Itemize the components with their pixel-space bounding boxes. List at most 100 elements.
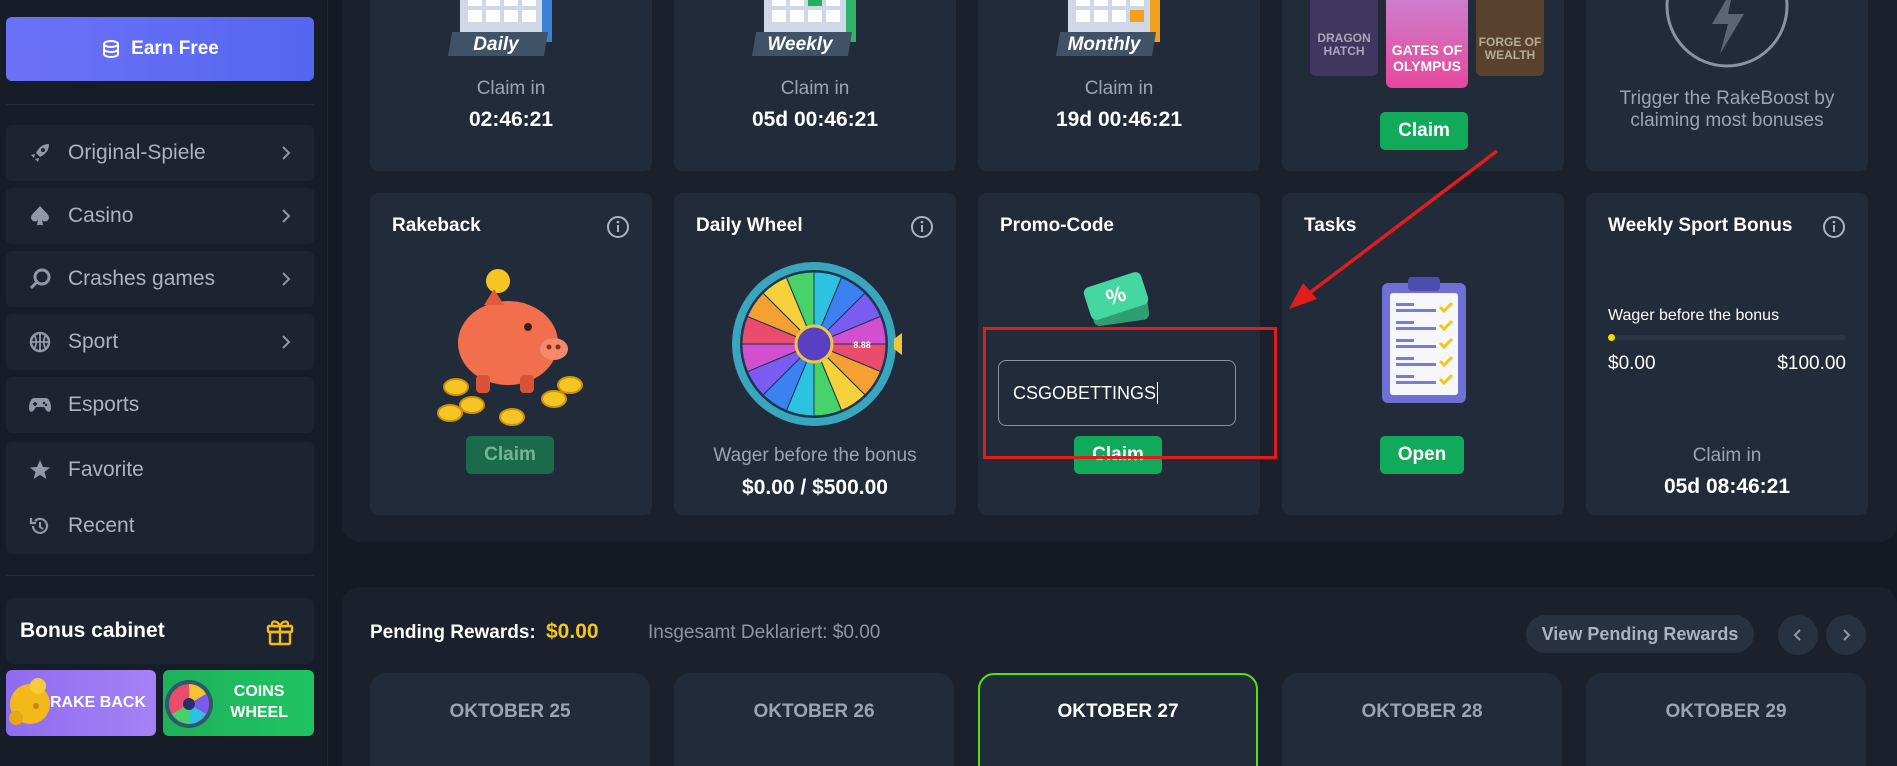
wager-label: Wager before the bonus bbox=[713, 445, 917, 466]
claim-in-label: Claim in bbox=[476, 78, 546, 99]
rakeboost-text-line-1: Trigger the RakeBoost by bbox=[1619, 88, 1835, 109]
weekly-sport-bonus-card: Weekly Sport Bonus Wager before the bonu… bbox=[1586, 193, 1868, 515]
pending-rewards-panel: Pending Rewards: $0.00 Insgesamt Deklari… bbox=[342, 587, 1897, 766]
bonus-panel: Daily Claim in 02:46:21 Weekly Claim in … bbox=[342, 0, 1897, 542]
monthly-badge-label: Monthly bbox=[1068, 34, 1142, 55]
info-icon[interactable] bbox=[910, 215, 934, 239]
view-pending-rewards-button[interactable]: View Pending Rewards bbox=[1526, 615, 1754, 653]
next-button[interactable] bbox=[1826, 615, 1866, 655]
coins-wheel-icon bbox=[165, 680, 213, 728]
info-icon[interactable] bbox=[606, 215, 630, 239]
slot-game-tile[interactable]: GATES OF OLYMPUS bbox=[1386, 0, 1468, 88]
divider bbox=[6, 575, 314, 576]
claim-in-label: Claim in bbox=[1084, 78, 1154, 99]
sidebar-item-original-games[interactable]: Original-Spiele bbox=[6, 125, 314, 181]
pending-rewards-amount: $0.00 bbox=[546, 620, 599, 643]
sidebar-item-label: Crashes games bbox=[68, 267, 216, 290]
weekly-bonus-card: Weekly Claim in 05d 00:46:21 bbox=[674, 0, 956, 171]
spade-icon bbox=[28, 204, 52, 228]
sidebar-item-recent[interactable]: Recent bbox=[6, 498, 314, 554]
rake-back-tile[interactable]: RAKE BACK bbox=[6, 670, 156, 736]
annotation-arrow bbox=[1289, 149, 1499, 309]
weekly-countdown: 05d 00:46:21 bbox=[751, 108, 879, 131]
chevron-right-icon bbox=[1843, 629, 1851, 641]
card-title: Weekly Sport Bonus bbox=[1608, 215, 1793, 236]
gift-icon bbox=[266, 620, 294, 646]
favorites-recent-group: Favorite Recent bbox=[6, 442, 314, 554]
sidebar-item-label: Favorite bbox=[68, 458, 144, 481]
weekly-badge-label: Weekly bbox=[767, 34, 834, 55]
daily-countdown: 02:46:21 bbox=[468, 108, 554, 131]
monthly-countdown: 19d 00:46:21 bbox=[1055, 108, 1183, 131]
wager-progress-bar bbox=[1608, 334, 1846, 341]
rakeback-card: Rakeback Claim bbox=[370, 193, 652, 515]
coins-wheel-line-1: COINS bbox=[233, 683, 285, 701]
sidebar-item-label: Original-Spiele bbox=[68, 141, 206, 164]
highlight-box bbox=[983, 327, 1277, 459]
slot-game-tile[interactable]: DRAGON HATCH bbox=[1310, 0, 1378, 76]
sidebar-item-crash-games[interactable]: Crashes games bbox=[6, 251, 314, 307]
tasks-open-button[interactable]: Open bbox=[1380, 436, 1464, 474]
daily-bonus-card: Daily Claim in 02:46:21 bbox=[370, 0, 652, 171]
rake-back-label: RAKE BACK bbox=[50, 693, 146, 711]
sidebar-item-label: Casino bbox=[68, 204, 134, 227]
daily-wheel-card: Daily Wheel 8.88 Wager before the bonus … bbox=[674, 193, 956, 515]
slot-game-tile[interactable]: FORGE OF WEALTH bbox=[1476, 0, 1544, 76]
card-title: Daily Wheel bbox=[696, 215, 803, 236]
earn-free-button[interactable]: Earn Free bbox=[6, 17, 314, 81]
crash-icon bbox=[28, 267, 52, 291]
sidebar-item-esports[interactable]: Esports bbox=[6, 377, 314, 433]
chevron-right-icon bbox=[282, 335, 291, 349]
monthly-bonus-card: Monthly Claim in 19d 00:46:21 bbox=[978, 0, 1260, 171]
bonus-cabinet[interactable]: Bonus cabinet bbox=[6, 598, 314, 664]
wager-progress-value: $0.00 / $500.00 bbox=[742, 476, 888, 499]
info-icon[interactable] bbox=[1822, 215, 1846, 239]
slot-game-title: DRAGON HATCH bbox=[1317, 30, 1371, 58]
wager-label: Wager before the bonus bbox=[1608, 307, 1780, 324]
gold-pig-icon bbox=[9, 678, 50, 725]
discount-ticket-icon: % bbox=[1083, 272, 1150, 326]
rakeback-claim-button[interactable]: Claim bbox=[466, 436, 554, 474]
sidebar-item-casino[interactable]: Casino bbox=[6, 188, 314, 244]
chevron-left-icon bbox=[1793, 629, 1801, 641]
earn-free-label: Earn Free bbox=[131, 38, 219, 59]
wager-max-value: $100.00 bbox=[1777, 353, 1846, 374]
day-card[interactable]: OKTOBER 26 bbox=[674, 673, 954, 766]
wager-min-value: $0.00 bbox=[1608, 353, 1656, 374]
card-title: Rakeback bbox=[392, 215, 481, 236]
total-declared: Insgesamt Deklariert: $0.00 bbox=[648, 622, 881, 643]
sidebar-item-sport[interactable]: Sport bbox=[6, 314, 314, 370]
previous-button[interactable] bbox=[1778, 615, 1818, 655]
wager-progress-fill bbox=[1608, 334, 1615, 341]
rakeboost-text-line-2: claiming most bonuses bbox=[1630, 110, 1824, 131]
coins-wheel-line-2: WHEEL bbox=[230, 704, 288, 721]
rocket-icon bbox=[28, 141, 52, 165]
day-card[interactable]: OKTOBER 28 bbox=[1282, 673, 1562, 766]
bonus-cabinet-title: Bonus cabinet bbox=[20, 619, 165, 642]
slot-game-title: GATES OF OLYMPUS bbox=[1391, 42, 1463, 74]
daily-badge-label: Daily bbox=[473, 34, 520, 55]
sidebar: Earn Free Original-Spiele Casino Crashes… bbox=[0, 0, 328, 766]
slot-game-title: FORGE OF WEALTH bbox=[1478, 34, 1542, 62]
chevron-right-icon bbox=[282, 272, 291, 286]
star-icon bbox=[28, 458, 52, 482]
calendar-icon: Monthly bbox=[1056, 0, 1160, 56]
lightning-icon bbox=[1665, 0, 1789, 68]
rakeboost-card: Trigger the RakeBoost by claiming most b… bbox=[1586, 0, 1868, 171]
day-card[interactable]: OKTOBER 29 bbox=[1586, 673, 1866, 766]
prize-wheel-icon[interactable]: 8.88 bbox=[732, 259, 902, 429]
chevron-right-icon bbox=[282, 209, 291, 223]
coins-wheel-tile[interactable]: COINS WHEEL bbox=[163, 670, 314, 736]
claim-in-label: Claim in bbox=[780, 78, 850, 99]
calendar-icon: Daily bbox=[448, 0, 552, 56]
sidebar-item-label: Recent bbox=[68, 514, 135, 537]
piggy-bank-icon bbox=[437, 269, 583, 426]
day-card-active[interactable]: OKTOBER 27 bbox=[978, 673, 1258, 766]
day-card[interactable]: OKTOBER 25 bbox=[370, 673, 650, 766]
wheel-center-value: 8.88 bbox=[853, 340, 871, 350]
coin-stack-icon bbox=[103, 40, 120, 59]
sidebar-item-label: Esports bbox=[68, 393, 140, 416]
sidebar-item-favorite[interactable]: Favorite bbox=[6, 442, 314, 498]
weekly-sport-countdown: 05d 08:46:21 bbox=[1663, 475, 1791, 498]
pending-rewards-label: Pending Rewards: bbox=[370, 622, 536, 643]
